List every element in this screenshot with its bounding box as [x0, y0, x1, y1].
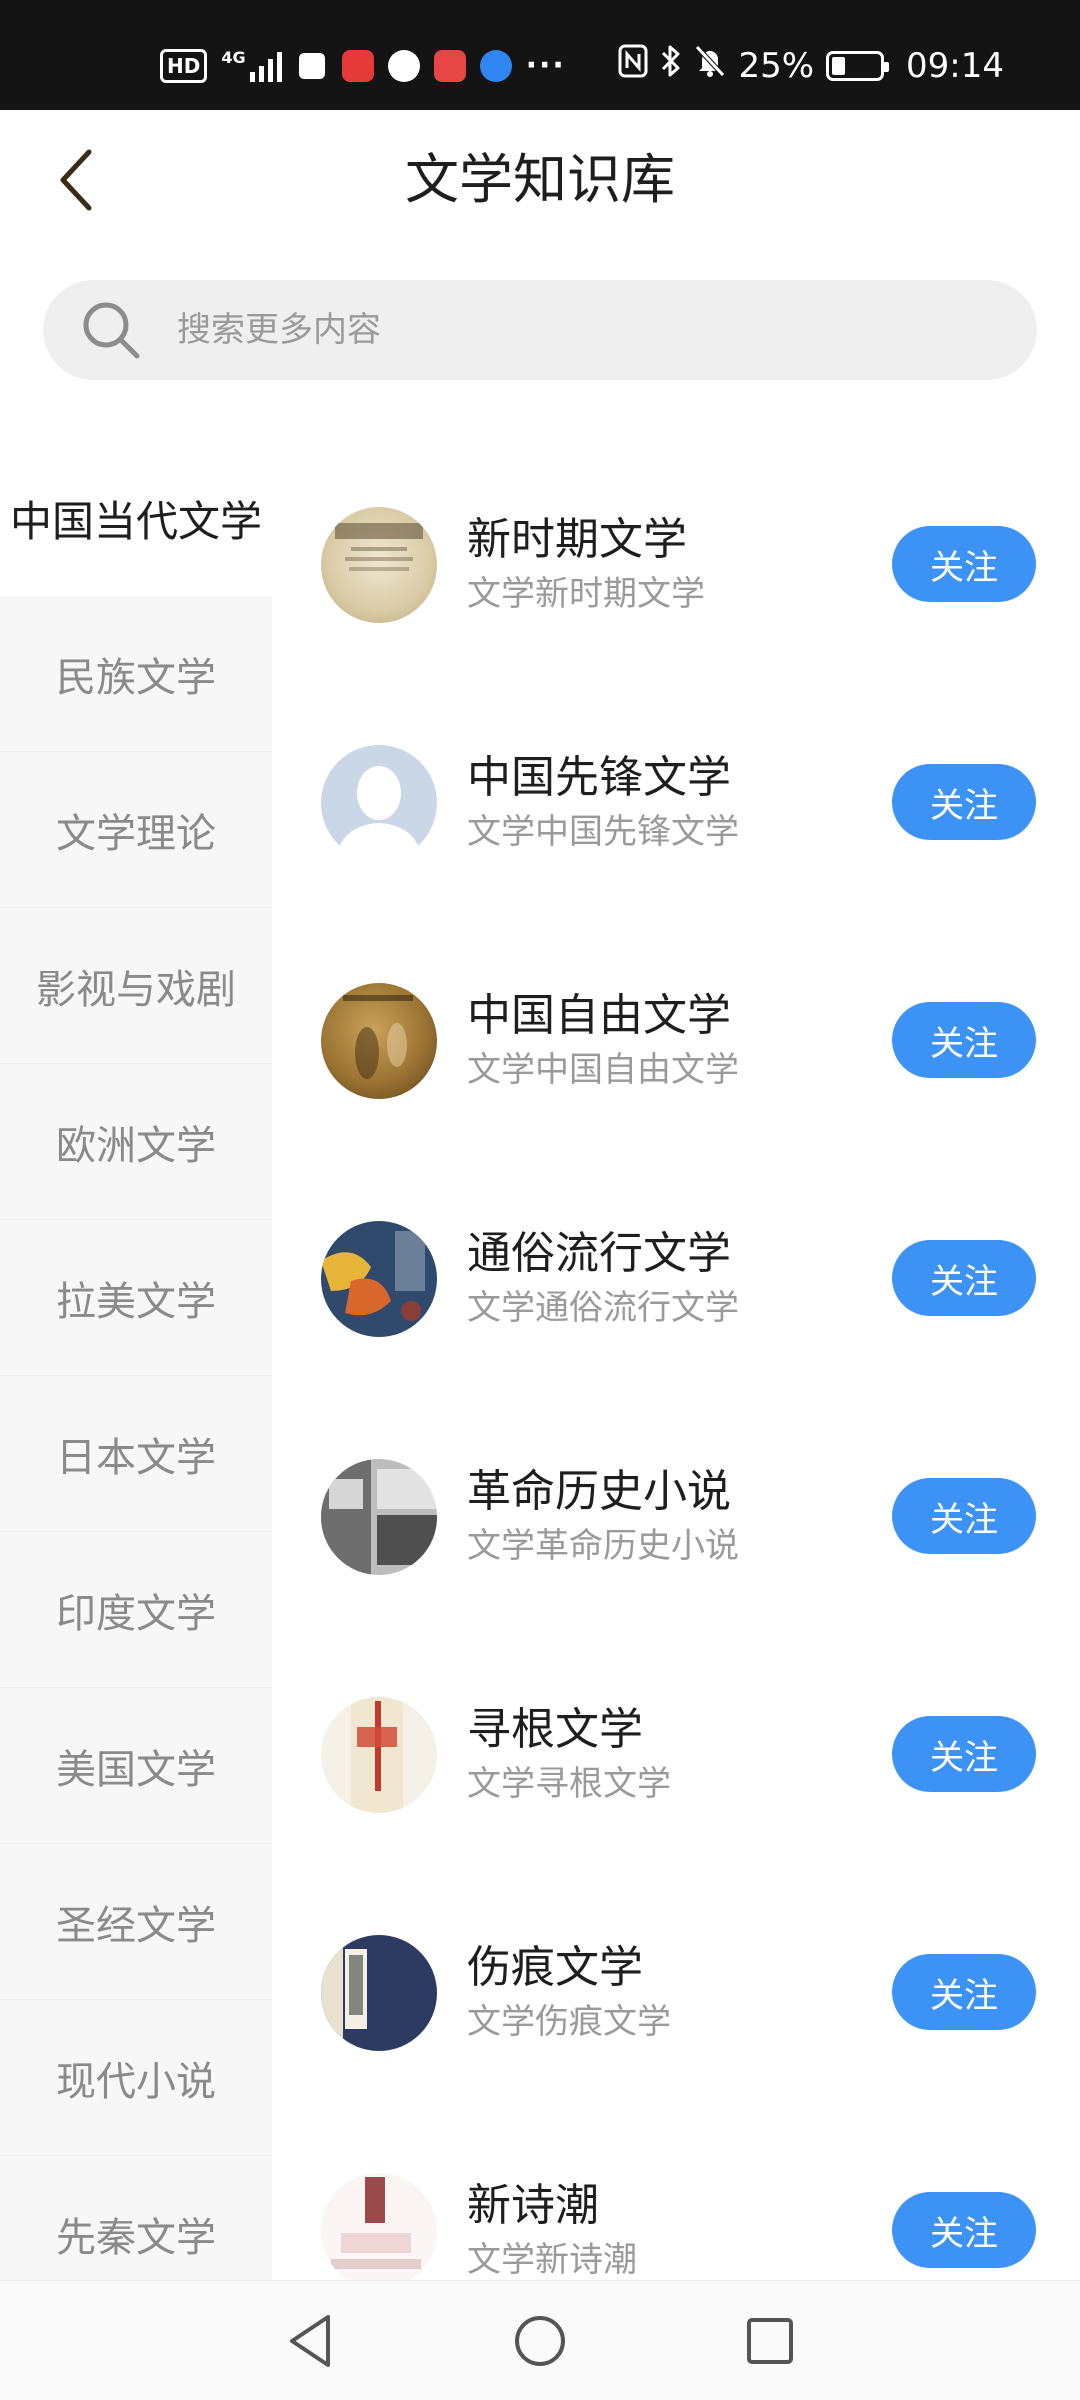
sidebar-item-film-drama[interactable]: 影视与戏剧 [0, 908, 272, 1064]
topic-subtitle: 文学革命历史小说 [467, 1526, 739, 1566]
mute-icon [694, 44, 726, 89]
header: 文学知识库 [0, 110, 1080, 250]
topic-thumbnail [321, 507, 437, 623]
list-item[interactable]: 通俗流行文学 文学通俗流行文学 关注 [272, 1154, 1080, 1392]
sidebar-item-bible[interactable]: 圣经文学 [0, 1844, 272, 2000]
topic-list: 新时期文学 文学新时期文学 关注 中国先锋文学 文学中国先锋文学 关注 中国自由… [272, 440, 1080, 2280]
status-bar: HD 4G ··· 25% 09:14 [0, 0, 1080, 110]
battery-level [832, 57, 846, 75]
topic-thumbnail [321, 2173, 437, 2280]
battery-icon [826, 51, 890, 81]
nfc-icon [618, 44, 648, 89]
search-input[interactable] [177, 290, 997, 370]
list-item[interactable]: 新时期文学 文学新时期文学 关注 [272, 440, 1080, 678]
topic-title: 新时期文学 [467, 514, 687, 565]
topic-subtitle: 文学通俗流行文学 [467, 1288, 739, 1328]
sidebar-item-european[interactable]: 欧洲文学 [0, 1064, 272, 1220]
more-notifications-icon: ··· [525, 48, 566, 83]
huawei-icon [341, 50, 374, 82]
list-item[interactable]: 寻根文学 文学寻根文学 关注 [272, 1630, 1080, 1868]
app-icon [387, 50, 420, 82]
recents-square-icon [747, 2318, 793, 2364]
follow-button[interactable]: 关注 [892, 764, 1036, 840]
follow-button[interactable]: 关注 [892, 1240, 1036, 1316]
sidebar-item-pre-qin[interactable]: 先秦文学 [0, 2156, 272, 2280]
system-nav-bar [0, 2280, 1080, 2400]
sidebar-item-japanese[interactable]: 日本文学 [0, 1376, 272, 1532]
topic-subtitle: 文学中国先锋文学 [467, 812, 739, 852]
nav-recents-button[interactable] [730, 2301, 810, 2381]
sidebar-item-indian[interactable]: 印度文学 [0, 1532, 272, 1688]
search-bar[interactable] [43, 280, 1037, 380]
list-item[interactable]: 中国自由文学 文学中国自由文学 关注 [272, 916, 1080, 1154]
bluetooth-icon [660, 44, 682, 89]
search-icon [83, 302, 140, 359]
reader-icon [433, 50, 466, 82]
avatar-placeholder-icon [321, 745, 437, 861]
clock: 09:14 [906, 46, 1004, 86]
list-item[interactable]: 伤痕文学 文学伤痕文学 关注 [272, 1868, 1080, 2106]
topic-subtitle: 文学寻根文学 [467, 1764, 671, 1804]
page-title: 文学知识库 [405, 148, 675, 211]
topic-subtitle: 文学中国自由文学 [467, 1050, 739, 1090]
network-type: 4G [221, 48, 246, 67]
topic-title: 伤痕文学 [467, 1942, 643, 1993]
sidebar-item-latin-american[interactable]: 拉美文学 [0, 1220, 272, 1376]
nav-home-button[interactable] [500, 2301, 580, 2381]
list-item[interactable]: 中国先锋文学 文学中国先锋文学 关注 [272, 678, 1080, 916]
topic-thumbnail [321, 1697, 437, 1813]
follow-button[interactable]: 关注 [892, 1478, 1036, 1554]
topic-thumbnail [321, 1221, 437, 1337]
signal-icon: 4G [221, 48, 282, 82]
topic-title: 革命历史小说 [467, 1466, 731, 1517]
follow-button[interactable]: 关注 [892, 1002, 1036, 1078]
topic-title: 寻根文学 [467, 1704, 643, 1755]
topic-title: 中国自由文学 [467, 990, 731, 1041]
home-circle-icon [515, 2316, 565, 2366]
browser-icon [479, 50, 512, 82]
sidebar-item-theory[interactable]: 文学理论 [0, 752, 272, 908]
topic-thumbnail [321, 1935, 437, 2051]
sidebar-item-ethnic[interactable]: 民族文学 [0, 596, 272, 752]
list-item[interactable]: 新诗潮 文学新诗潮 关注 [272, 2106, 1080, 2280]
topic-title: 新诗潮 [467, 2180, 599, 2231]
topic-subtitle: 文学新时期文学 [467, 574, 705, 614]
topic-title: 中国先锋文学 [467, 752, 731, 803]
follow-button[interactable]: 关注 [892, 1716, 1036, 1792]
app-icon [295, 50, 328, 82]
category-sidebar: 中国当代文学 民族文学 文学理论 影视与戏剧 欧洲文学 拉美文学 日本文学 印度… [0, 440, 272, 2280]
follow-button[interactable]: 关注 [892, 2192, 1036, 2268]
status-bar-right: 25% 09:14 [618, 44, 1004, 89]
topic-thumbnail [321, 1459, 437, 1575]
topic-title: 通俗流行文学 [467, 1228, 731, 1279]
battery-percent: 25% [738, 46, 815, 86]
back-triangle-icon [290, 2315, 330, 2367]
topic-subtitle: 文学伤痕文学 [467, 2002, 671, 2042]
status-bar-left: HD 4G ··· [160, 46, 566, 86]
nav-back-button[interactable] [270, 2301, 350, 2381]
sidebar-item-american[interactable]: 美国文学 [0, 1688, 272, 1844]
list-item[interactable]: 革命历史小说 文学革命历史小说 关注 [272, 1392, 1080, 1630]
sidebar-item-contemporary-chinese[interactable]: 中国当代文学 [0, 440, 272, 596]
follow-button[interactable]: 关注 [892, 526, 1036, 602]
topic-subtitle: 文学新诗潮 [467, 2240, 637, 2280]
sidebar-item-modern-fiction[interactable]: 现代小说 [0, 2000, 272, 2156]
follow-button[interactable]: 关注 [892, 1954, 1036, 2030]
hd-icon: HD [160, 49, 208, 83]
topic-thumbnail [321, 983, 437, 1099]
